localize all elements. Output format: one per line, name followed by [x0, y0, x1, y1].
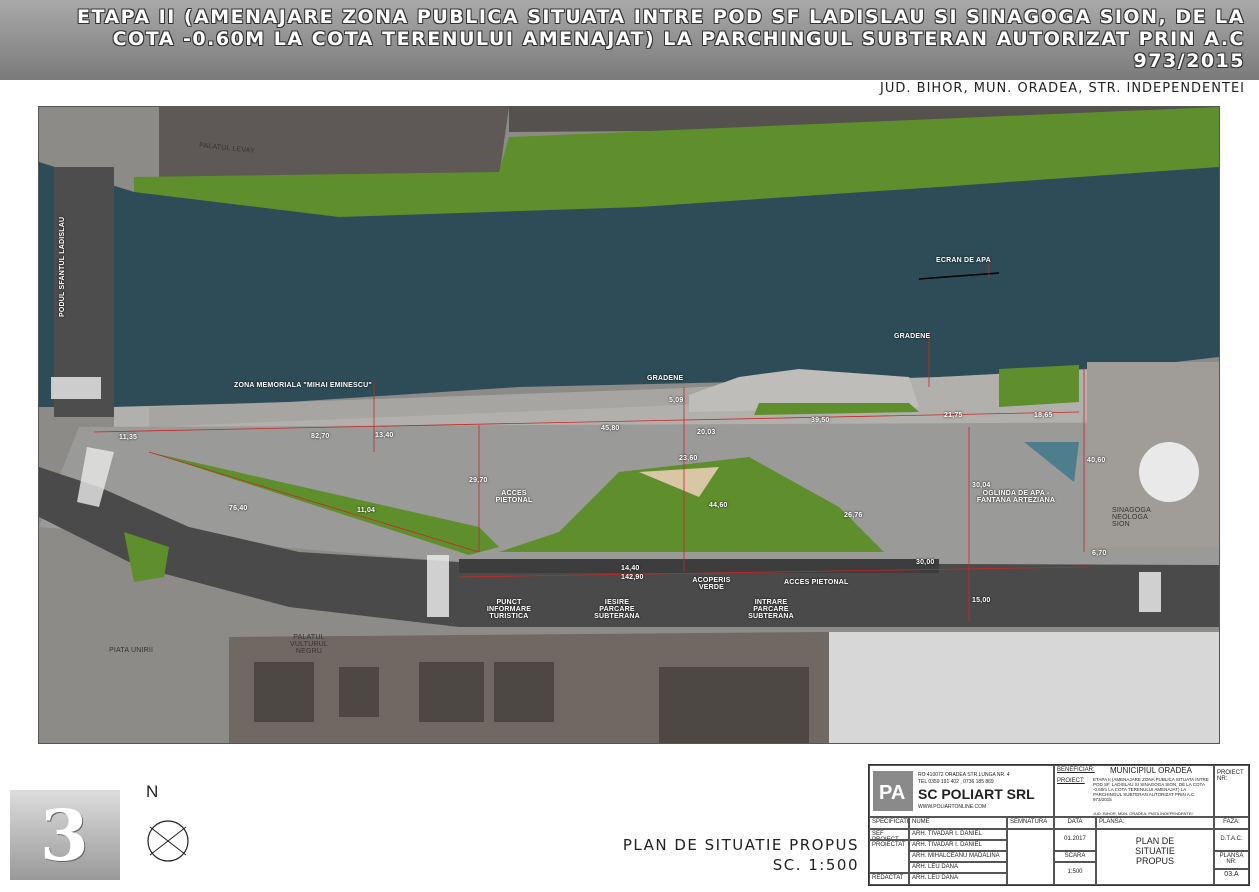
name-3: ARH. MIHALCEANU MADALINA: [909, 851, 1007, 862]
company-address: RO 410072 ORADEA STR.LUNGA NR. 4: [918, 772, 1010, 778]
label-intrare-parcare: INTRARE PARCARE SUBTERANA: [748, 599, 794, 620]
crosswalk-2: [1139, 572, 1161, 612]
plan-title-block: PLAN DE SITUATIE PROPUS SC. 1:500: [623, 835, 859, 875]
dim-text: 29,70: [469, 477, 488, 484]
name-2: ARH. TIVADAR I. DANIEL: [909, 840, 1007, 851]
name-5: ARH. LEU DANA: [909, 873, 1007, 885]
project-nr-label: PROIECT NR:: [1217, 770, 1244, 782]
role-redactat: REDACTAT: [869, 873, 909, 885]
label-acoperis-verde: ACOPERIS VERDE: [692, 577, 731, 591]
company-web: WWW.POLIARTONLINE.COM: [918, 804, 987, 810]
sheet-number-box: 3: [10, 790, 120, 880]
dim-text: 82,70: [311, 433, 330, 440]
scale-label: SCARA: [1054, 851, 1096, 862]
label-acces-pietonal-1: ACCES PIETONAL: [495, 490, 533, 504]
dim-text: 30,00: [916, 559, 935, 566]
title-block: PA RO 410072 ORADEA STR.LUNGA NR. 4 TEL …: [868, 764, 1250, 886]
svg-text:PA: PA: [879, 782, 905, 804]
poliart-logo-icon: PA: [873, 771, 913, 811]
dim-text: 13,40: [375, 432, 394, 439]
dim-text: 11,04: [357, 507, 376, 514]
plansa-value: PLAN DE SITUATIE PROPUS: [1096, 829, 1214, 885]
company-cell: PA RO 410072 ORADEA STR.LUNGA NR. 4 TEL …: [869, 765, 1054, 817]
hdr-plansa: PLANSA:: [1096, 817, 1214, 829]
beneficiar-value: MUNICIPIUL ORADEA: [1110, 766, 1192, 775]
dim-text: 6,70: [1092, 550, 1107, 557]
label-iesire-parcare: IESIRE PARCARE SUBTERANA: [594, 599, 640, 620]
site-plan-map: PALATUL LEVAY ECRAN DE APA GRADENE GRADE…: [38, 106, 1220, 744]
hdr-data: DATA: [1054, 817, 1096, 829]
label-zona-memoriala: ZONA MEMORIALA "MIHAI EMINESCU": [234, 382, 372, 389]
scale-value: 1:500: [1054, 862, 1096, 885]
dim-text: 40,60: [1087, 457, 1106, 464]
plansa-nr-label: PLANSA NR:: [1214, 851, 1249, 869]
dim-text: 30,04: [972, 482, 991, 489]
dim-text: 18,65: [1034, 412, 1053, 419]
company-phone: TEL 0359 191 402 , 0736 185 869: [918, 779, 994, 785]
dim-text: 15,00: [972, 597, 991, 604]
dim-text: 21,75: [944, 412, 963, 419]
proiect-label: PROIECT:: [1057, 778, 1085, 784]
label-gradene-1: GRADENE: [894, 333, 931, 340]
date-value: 01.2017: [1054, 829, 1096, 851]
north-arrow-icon: [147, 820, 189, 862]
label-piata-unirii: PIATA UNIRII: [109, 647, 154, 654]
plan-title: PLAN DE SITUATIE PROPUS: [622, 836, 859, 854]
project-cell: BENEFICIAR: MUNICIPIUL ORADEA PROIECT: E…: [1054, 765, 1214, 817]
plansa-nr-value: 03.A: [1214, 869, 1249, 885]
dim-text: 142,90: [621, 574, 644, 581]
north-label: N: [146, 782, 159, 801]
label-punct-informare: PUNCT INFORMARE TURISTICA: [486, 599, 532, 620]
proiect-value: ETAPA II (AMENAJARE ZONA PUBLICA SITUATA…: [1093, 777, 1209, 802]
project-title: ETAPA II (AMENAJARE ZONA PUBLICA SITUATA…: [76, 6, 1245, 72]
label-podul: PODUL SFANTUL LADISLAU: [59, 216, 66, 317]
role-proiectat: PROIECTAT: [869, 840, 909, 873]
dim-text: 14,40: [621, 565, 640, 572]
dim-text: 11,35: [119, 434, 138, 441]
south-east-roof: [829, 632, 1219, 743]
dim-text: 20,03: [697, 429, 716, 436]
dim-text: 5,09: [669, 397, 684, 404]
crosswalk-1: [427, 555, 449, 617]
dim-text: 45,80: [601, 425, 620, 432]
beneficiar-label: BENEFICIAR:: [1057, 767, 1095, 773]
proiect-location: JUD. BIHOR, MUN. ORADEA, PIATA INDEPENDE…: [1093, 811, 1193, 816]
hdr-faza: FAZA:: [1214, 817, 1249, 829]
dim-text: 76,40: [229, 505, 248, 512]
name-4: ARH. LEU DANA: [909, 862, 1007, 873]
label-oglinda-de-apa: OGLINDA DE APA - FANTANA ARTEZIANA: [976, 490, 1056, 504]
label-palatul-vulturul-negru: PALATUL VULTURUL NEGRU: [289, 634, 329, 655]
site-plan-drawing: [39, 107, 1219, 743]
hdr-semnatura: SEMNATURA: [1007, 817, 1054, 829]
faza-value: D.T.A.C.: [1214, 829, 1249, 851]
name-1: ARH. TIVADAR I. DANIEL: [909, 829, 1007, 840]
label-ecran-de-apa: ECRAN DE APA: [936, 257, 991, 264]
plan-scale: SC. 1:500: [772, 856, 859, 874]
company-name: SC POLIART SRL: [918, 786, 1035, 802]
signature-cell: [1007, 829, 1054, 885]
dim-text: 26,76: [844, 512, 863, 519]
label-gradene-2: GRADENE: [647, 375, 684, 382]
dim-text: 39,50: [811, 417, 830, 424]
hdr-specificatie: SPECIFICATIE: [869, 817, 909, 829]
synagogue-dome: [1139, 442, 1199, 502]
sheet-number: 3: [40, 794, 89, 877]
label-acces-pietonal-2: ACCES PIETONAL: [784, 579, 849, 586]
project-location: JUD. BIHOR, MUN. ORADEA, STR. INDEPENDEN…: [880, 81, 1245, 96]
dim-text: 44,60: [709, 502, 728, 509]
dim-text: 23,60: [679, 455, 698, 462]
role-sef-proiect: SEF PROIECT: [869, 829, 909, 840]
bridge-crosswalk: [51, 377, 101, 399]
project-nr-cell: PROIECT NR:: [1214, 765, 1249, 817]
label-sinagoga: SINAGOGA NEOLOGA SION: [1112, 507, 1151, 528]
hdr-nume: NUME: [909, 817, 1007, 829]
